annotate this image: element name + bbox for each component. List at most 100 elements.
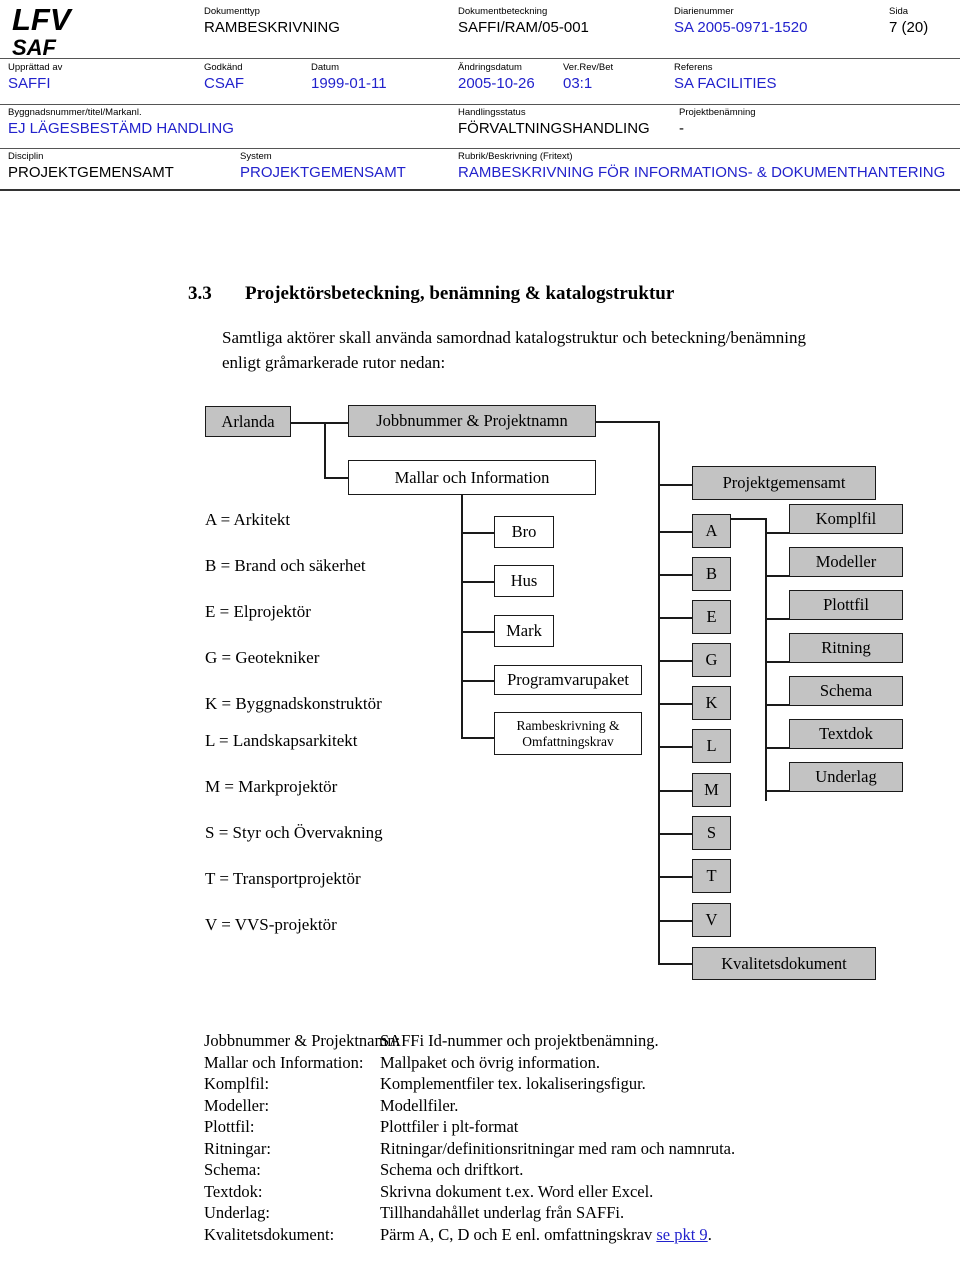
- field-referens: Referens SA FACILITIES: [674, 62, 777, 93]
- node-filetype-ritning[interactable]: Ritning: [789, 633, 903, 663]
- connector-to-code-v: [658, 920, 693, 922]
- legend-item-M: M = Markprojektör: [205, 777, 338, 796]
- connector-to-komplfil: [765, 532, 790, 534]
- section-number: 3.3: [188, 283, 212, 304]
- lfv-saf-logo: LFV SAF: [12, 4, 71, 59]
- field-sida: Sida 7 (20): [889, 6, 928, 37]
- field-label: Referens: [674, 62, 713, 73]
- node-discipline-T[interactable]: T: [692, 859, 731, 893]
- definition-term: Ritningar:: [204, 1138, 271, 1158]
- definition-row: Plottfil: Plottfiler i plt-format: [204, 1116, 960, 1138]
- field-label: Dokumenttyp: [204, 6, 260, 17]
- field-label: Sida: [889, 6, 909, 17]
- node-label: Rambeskrivning & Omfattningskrav: [516, 717, 620, 749]
- definition-description: Pärm A, C, D och E enl. omfattningskrav …: [380, 1224, 960, 1246]
- intro-paragraph-line-1: Samtliga aktörer skall använda samordnad…: [222, 328, 806, 347]
- header-divider-bottom: [0, 189, 960, 191]
- field-disciplin: Disciplin PROJEKTGEMENSAMT: [8, 151, 174, 182]
- connector-to-schema: [765, 704, 790, 706]
- node-discipline-V[interactable]: V: [692, 903, 731, 937]
- node-discipline-A[interactable]: A: [692, 514, 731, 548]
- field-label: System: [240, 151, 272, 162]
- field-dokumentbeteckning: Dokumentbeteckning SAFFI/RAM/05-001: [458, 6, 589, 37]
- definition-description: Komplementfiler tex. lokaliseringsfigur.: [380, 1074, 646, 1093]
- definition-description: Schema och driftkort.: [380, 1160, 524, 1179]
- field-value: RAMBESKRIVNING: [204, 19, 340, 36]
- node-filetype-komplfil[interactable]: Komplfil: [789, 504, 903, 534]
- legend-item-T: T = Transportprojektör: [205, 869, 361, 888]
- legend-item-G: G = Geotekniker: [205, 648, 320, 667]
- catalog-structure-diagram: Arlanda Jobbnummer & Projektnamn Mallar …: [0, 392, 960, 992]
- connector-to-programvarupaket: [461, 680, 495, 682]
- node-discipline-E[interactable]: E: [692, 600, 731, 634]
- legend-item-E: E = Elprojektör: [205, 602, 311, 621]
- connector-to-code-a: [658, 531, 693, 533]
- node-filetype-schema[interactable]: Schema: [789, 676, 903, 706]
- connector-to-modeller: [765, 575, 790, 577]
- connector-to-code-g: [658, 660, 693, 662]
- node-discipline-G[interactable]: G: [692, 643, 731, 677]
- connector-to-kvalitetsdokument: [658, 963, 693, 965]
- node-discipline-M[interactable]: M: [692, 773, 731, 807]
- definition-row: Modeller: Modellfiler.: [204, 1095, 960, 1117]
- node-hus[interactable]: Hus: [494, 565, 554, 597]
- connector-to-code-k: [658, 703, 693, 705]
- field-label: Diarienummer: [674, 6, 734, 17]
- connector-jobbnummer-to-right-bus: [596, 421, 660, 423]
- node-arlanda[interactable]: Arlanda: [205, 406, 291, 437]
- node-discipline-K[interactable]: K: [692, 686, 731, 720]
- node-filetype-plottfil[interactable]: Plottfil: [789, 590, 903, 620]
- field-andringsdatum: Ändringsdatum 2005-10-26: [458, 62, 535, 93]
- node-programvarupaket[interactable]: Programvarupaket: [494, 665, 642, 695]
- node-jobbnummer-projektnamn[interactable]: Jobbnummer & Projektnamn: [348, 405, 596, 437]
- connector-arlanda-to-bus: [290, 422, 348, 424]
- node-mallar-och-information[interactable]: Mallar och Information: [348, 460, 596, 495]
- field-label: Upprättad av: [8, 62, 63, 73]
- legend-item-B: B = Brand och säkerhet: [205, 556, 366, 575]
- node-bro[interactable]: Bro: [494, 516, 554, 548]
- logo-line-1: LFV: [12, 2, 71, 37]
- node-discipline-S[interactable]: S: [692, 816, 731, 850]
- connector-to-ritning: [765, 661, 790, 663]
- legend-item-S: S = Styr och Övervakning: [205, 823, 383, 842]
- field-label: Handlingsstatus: [458, 107, 526, 118]
- node-discipline-B[interactable]: B: [692, 557, 731, 591]
- node-discipline-L[interactable]: L: [692, 729, 731, 763]
- node-filetype-textdok[interactable]: Textdok: [789, 719, 903, 749]
- node-filetype-modeller[interactable]: Modeller: [789, 547, 903, 577]
- node-kvalitetsdokument[interactable]: Kvalitetsdokument: [692, 947, 876, 980]
- node-projektgemensamt[interactable]: Projektgemensamt: [692, 466, 876, 500]
- field-value: CSAF: [204, 75, 245, 92]
- intro-paragraph-line-2: enligt gråmarkerade rutor nedan:: [222, 353, 446, 372]
- connector-to-hus: [461, 581, 495, 583]
- node-rambeskrivning-omfattningskrav[interactable]: Rambeskrivning & Omfattningskrav: [494, 712, 642, 755]
- definition-row: Komplfil: Komplementfiler tex. lokaliser…: [204, 1073, 960, 1095]
- field-value: SAFFI/RAM/05-001: [458, 19, 589, 36]
- logo-line-2: SAF: [12, 35, 56, 60]
- connector-a-to-filetype-bus: [730, 518, 767, 520]
- field-godkand: Godkänd CSAF: [204, 62, 244, 93]
- field-value: SA 2005-0971-1520: [674, 19, 808, 36]
- field-handlingsstatus: Handlingsstatus FÖRVALTNINGSHANDLING: [458, 107, 650, 138]
- se-pkt-9-link[interactable]: se pkt 9: [656, 1225, 707, 1244]
- definition-description: Plottfiler i plt-format: [380, 1117, 519, 1136]
- field-byggnadsnummer: Byggnadsnummer/titel/Markanl. EJ LÄGESBE…: [8, 107, 234, 138]
- connector-to-code-s: [658, 833, 693, 835]
- field-value: 1999-01-11: [311, 75, 387, 92]
- connector-top-bus-vertical: [324, 422, 326, 479]
- definition-term: Komplfil:: [204, 1074, 270, 1093]
- connector-bus-to-projektgemensamt: [658, 484, 693, 486]
- definition-row: Kvalitetsdokument: Pärm A, C, D och E en…: [204, 1224, 960, 1246]
- node-mark[interactable]: Mark: [494, 615, 554, 647]
- field-projektbenamning: Projektbenämning -: [679, 107, 756, 138]
- definition-term: Schema:: [204, 1160, 261, 1179]
- field-ver-rev-bet: Ver.Rev/Bet 03:1: [563, 62, 613, 93]
- connector-to-code-e: [658, 617, 693, 619]
- connector-to-code-l: [658, 746, 693, 748]
- field-datum: Datum 1999-01-11: [311, 62, 387, 93]
- field-label: Ver.Rev/Bet: [563, 62, 614, 73]
- node-filetype-underlag[interactable]: Underlag: [789, 762, 903, 792]
- connector-to-underlag: [765, 790, 790, 792]
- header-divider-3: [0, 148, 960, 149]
- field-label: Ändringsdatum: [458, 62, 522, 73]
